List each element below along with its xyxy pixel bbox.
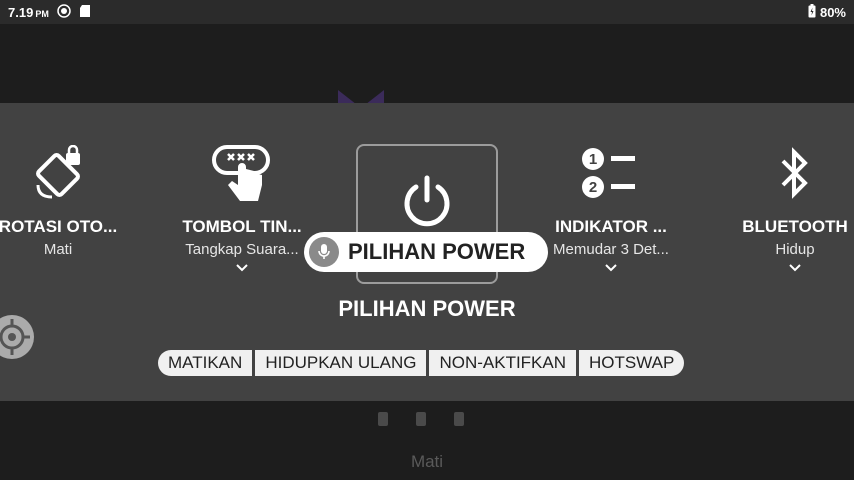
chevron-down-icon[interactable]: [235, 263, 249, 273]
brightness-icon: [57, 3, 71, 21]
option-hotswap[interactable]: HOTSWAP: [579, 350, 685, 376]
option-restart[interactable]: HIDUPKAN ULANG: [255, 350, 427, 376]
voice-feedback-tooltip: PILIHAN POWER: [304, 232, 548, 272]
battery-icon: [808, 3, 816, 21]
power-icon: [404, 175, 450, 227]
mic-icon: [309, 237, 339, 267]
sd-card-icon: [79, 4, 91, 21]
bluetooth-icon: [781, 147, 808, 199]
clock: 7.19 PM: [8, 4, 49, 20]
status-bar: 7.19 PM 80%: [0, 0, 854, 24]
tile-status: Hidup: [775, 241, 815, 258]
svg-text:2: 2: [589, 179, 597, 196]
tile-title: TOMBOL TIN...: [182, 217, 302, 236]
chevron-down-icon[interactable]: [788, 263, 802, 273]
tile-title: BLUETOOTH: [742, 217, 848, 236]
tooltip-label: PILIHAN POWER: [348, 239, 526, 264]
tile-title: INDIKATOR ...: [555, 217, 667, 236]
chevron-down-icon[interactable]: [604, 263, 618, 273]
background-icons: [378, 412, 464, 426]
battery-percentage: 80%: [819, 4, 846, 20]
svg-text:1: 1: [589, 151, 597, 168]
selected-tile-label: PILIHAN POWER: [338, 296, 516, 321]
option-shutdown[interactable]: MATIKAN: [158, 350, 253, 376]
rotate-lock-icon: [36, 145, 80, 199]
tile-status: Mati: [43, 241, 73, 258]
tile-title: ROTASI OTO...: [0, 217, 118, 236]
numbered-list-icon: 1 2: [582, 148, 635, 198]
tile-status: Memudar 3 Det...: [553, 241, 669, 258]
tap-gesture-icon: [212, 145, 270, 201]
power-options-segmented: MATIKAN HIDUPKAN ULANG NON-AKTIFKAN HOTS…: [158, 350, 685, 376]
background-status-label: Mati: [410, 452, 444, 471]
option-disable[interactable]: NON-AKTIFKAN: [429, 350, 577, 376]
accessibility-target-icon: [0, 315, 34, 359]
tile-status: Tangkap Suara...: [185, 241, 299, 258]
